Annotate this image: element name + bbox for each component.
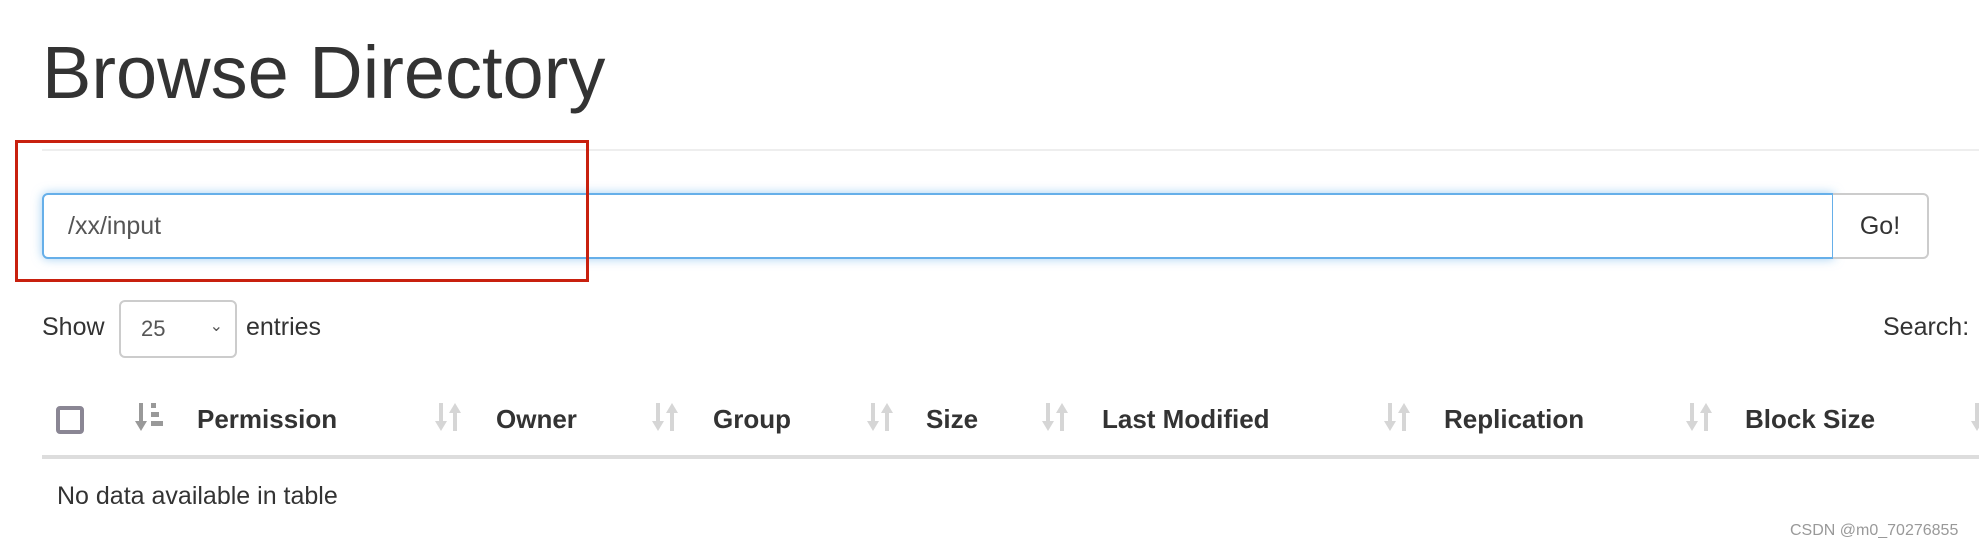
- sort-both-icon[interactable]: [435, 401, 465, 433]
- sort-both-icon[interactable]: [1042, 401, 1072, 433]
- chevron-down-icon: ⌄: [209, 318, 223, 335]
- page-title: Browse Directory: [42, 31, 606, 114]
- sort-both-icon[interactable]: [1971, 401, 1979, 433]
- entries-length-value: 25: [141, 316, 166, 341]
- go-button[interactable]: Go!: [1833, 193, 1929, 259]
- sort-ascending-icon[interactable]: [135, 401, 165, 433]
- column-header[interactable]: Group: [713, 404, 791, 434]
- search-label: Search:: [1883, 313, 1970, 341]
- column-header[interactable]: Permission: [197, 404, 337, 434]
- entries-length-select[interactable]: 25 ⌄: [119, 300, 237, 358]
- watermark: CSDN @m0_70276855: [1790, 522, 1959, 539]
- column-header[interactable]: Owner: [496, 404, 577, 434]
- column-header[interactable]: Last Modified: [1102, 404, 1270, 434]
- sort-both-icon[interactable]: [867, 401, 897, 433]
- column-header[interactable]: Size: [926, 404, 978, 434]
- table-header-border: [42, 455, 1979, 459]
- column-header[interactable]: Block Size: [1745, 404, 1875, 434]
- show-label: Show: [42, 313, 105, 341]
- select-all-checkbox[interactable]: [56, 406, 84, 434]
- entries-label: entries: [246, 313, 322, 341]
- empty-table-message: No data available in table: [57, 482, 338, 510]
- highlight-annotation-box: [15, 140, 589, 282]
- sort-both-icon[interactable]: [1686, 401, 1716, 433]
- sort-both-icon[interactable]: [1384, 401, 1414, 433]
- column-header[interactable]: Replication: [1444, 404, 1584, 434]
- sort-both-icon[interactable]: [652, 401, 682, 433]
